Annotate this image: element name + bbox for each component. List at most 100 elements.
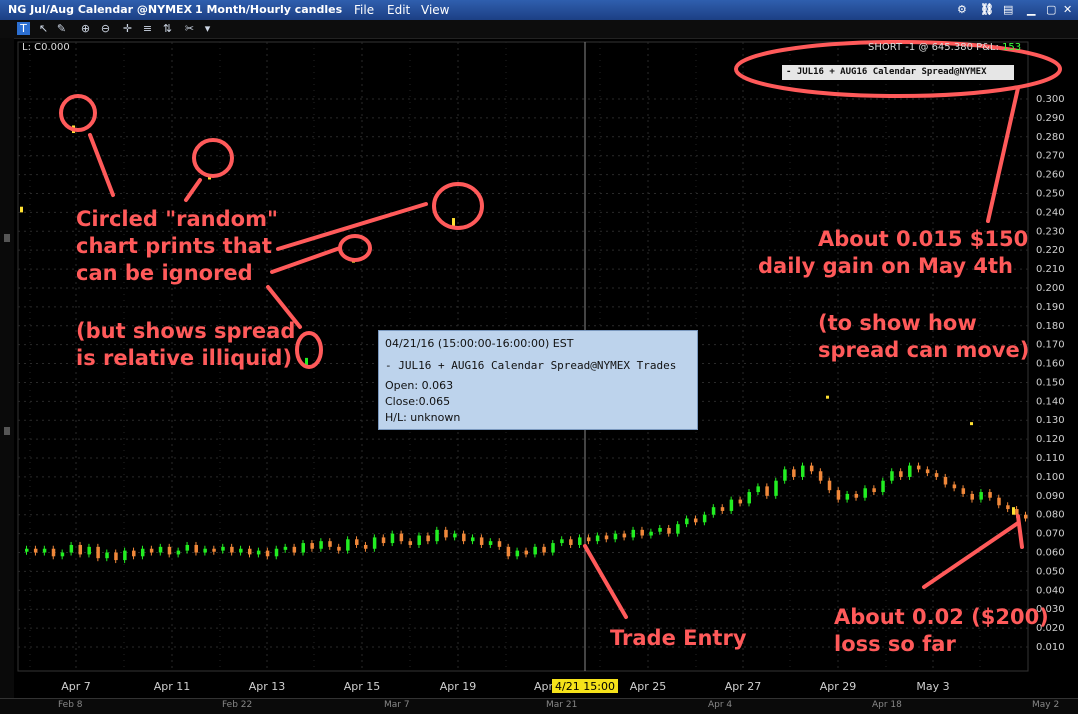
x-tick-label: Apr 7 (61, 680, 91, 693)
candle (381, 537, 386, 544)
instrument-label[interactable]: - JUL16 + AUG16 Calendar Spread@NYMEX (782, 65, 1014, 80)
candle (809, 465, 814, 472)
draw-icon[interactable]: ✎ (55, 22, 68, 35)
text-tool-icon[interactable]: T (17, 22, 30, 35)
overview-date-bar[interactable]: Feb 8 Feb 22 Mar 7 Mar 21 Apr 4 Apr 18 M… (0, 698, 1078, 714)
candle (845, 493, 850, 500)
candle (230, 546, 234, 553)
candle (890, 471, 894, 481)
candle (497, 541, 502, 547)
annotation-line: (to show how (818, 311, 977, 335)
interval-selector[interactable]: 1 Month/Hourly candles (195, 3, 342, 16)
candle (69, 544, 74, 553)
candle (551, 543, 555, 553)
candle (96, 546, 100, 559)
zoom-out-icon[interactable]: ⊖ (99, 22, 112, 35)
candle (569, 539, 573, 545)
x-axis: Apr 7 Apr 11 Apr 13 Apr 15 Apr 19 Apr 25 Apr 2… (61, 680, 949, 693)
annotation-line: loss so far (834, 632, 956, 656)
y-tick-label: 0.230 (1036, 226, 1065, 237)
candle (908, 465, 912, 477)
random-print (1012, 507, 1015, 515)
crosshair-icon[interactable]: ✛ (121, 22, 134, 35)
window-menu-icon[interactable]: ▤ (1003, 3, 1013, 16)
candle (221, 546, 225, 551)
maximize-icon[interactable]: ▢ (1046, 3, 1056, 16)
candle (176, 550, 181, 555)
candle (586, 537, 591, 542)
window-title[interactable]: NG Jul/Aug Calendar @NYMEX (8, 3, 192, 16)
menu-edit[interactable]: Edit (387, 3, 410, 17)
candle (738, 499, 743, 504)
candle (711, 507, 716, 515)
candle (274, 548, 279, 557)
y-tick-label: 0.040 (1036, 585, 1065, 596)
candle (390, 533, 395, 544)
candle (685, 518, 689, 525)
sort-icon[interactable]: ⇅ (161, 22, 174, 35)
candle (132, 550, 136, 557)
y-tick-label: 0.100 (1036, 472, 1065, 483)
candle (265, 550, 270, 557)
candle (729, 499, 734, 511)
candle (372, 537, 377, 549)
candle (961, 488, 966, 494)
candle (301, 543, 306, 553)
candle (827, 480, 832, 491)
candle (702, 514, 707, 523)
wrench-icon[interactable]: ⚙ (957, 3, 967, 16)
y-tick-label: 0.120 (1036, 434, 1065, 445)
annotation-line: About 0.02 ($200) (834, 605, 1049, 629)
candle (979, 492, 983, 500)
left-label: L: C0.000 (22, 42, 70, 53)
cursor-icon[interactable]: ↖ (37, 22, 50, 35)
x-tick-label: Apr 29 (820, 680, 857, 693)
candle (87, 546, 91, 555)
candle (524, 550, 528, 555)
menu-view[interactable]: View (421, 3, 449, 17)
candle (881, 480, 885, 493)
candle (105, 552, 109, 559)
annotation-illiquid: (but shows spread is relative illiquid) (76, 318, 295, 372)
candle (51, 548, 56, 557)
candle (292, 546, 297, 553)
minimize-icon[interactable]: ▁ (1027, 3, 1035, 16)
candle (194, 544, 198, 553)
candle (872, 488, 876, 493)
menu-file[interactable]: File (354, 3, 374, 17)
candle (78, 544, 83, 555)
y-tick-label: 0.280 (1036, 132, 1065, 143)
y-tick-label: 0.290 (1036, 113, 1065, 124)
y-tick-label: 0.060 (1036, 548, 1065, 559)
ohlc-tooltip: 04/21/16 (15:00:00-16:00:00) EST - JUL16… (378, 330, 698, 430)
candle (658, 527, 662, 532)
candle (1006, 505, 1010, 510)
candle (747, 492, 751, 504)
candle (916, 465, 921, 470)
bar-icon[interactable]: ≡ (141, 22, 154, 35)
x-tick-label: Apr 25 (630, 680, 667, 693)
x-tick-label: May 3 (916, 680, 949, 693)
candle (934, 473, 939, 477)
candle (149, 548, 154, 553)
candle (212, 548, 216, 552)
candle (363, 544, 368, 549)
settings-icon[interactable]: ✂ (183, 22, 196, 35)
y-tick-label: 0.260 (1036, 170, 1065, 181)
more-icon[interactable]: ▾ (201, 22, 214, 35)
link-icon[interactable]: ⛓ (980, 3, 994, 16)
candle (310, 543, 314, 549)
candle (1024, 514, 1028, 519)
annotation-line: Circled "random" (76, 207, 278, 231)
annotation-entry: Trade Entry (610, 626, 747, 650)
zoom-in-icon[interactable]: ⊕ (79, 22, 92, 35)
candle (667, 527, 671, 534)
y-tick-label: 0.300 (1036, 94, 1065, 105)
overview-date: Feb 8 (58, 700, 83, 710)
candle (640, 529, 644, 536)
annotation-line: is relative illiquid) (76, 346, 293, 370)
x-tick-label: Apr 27 (725, 680, 762, 693)
candle (676, 524, 680, 534)
candle (247, 548, 252, 555)
close-icon[interactable]: ✕ (1063, 3, 1072, 16)
